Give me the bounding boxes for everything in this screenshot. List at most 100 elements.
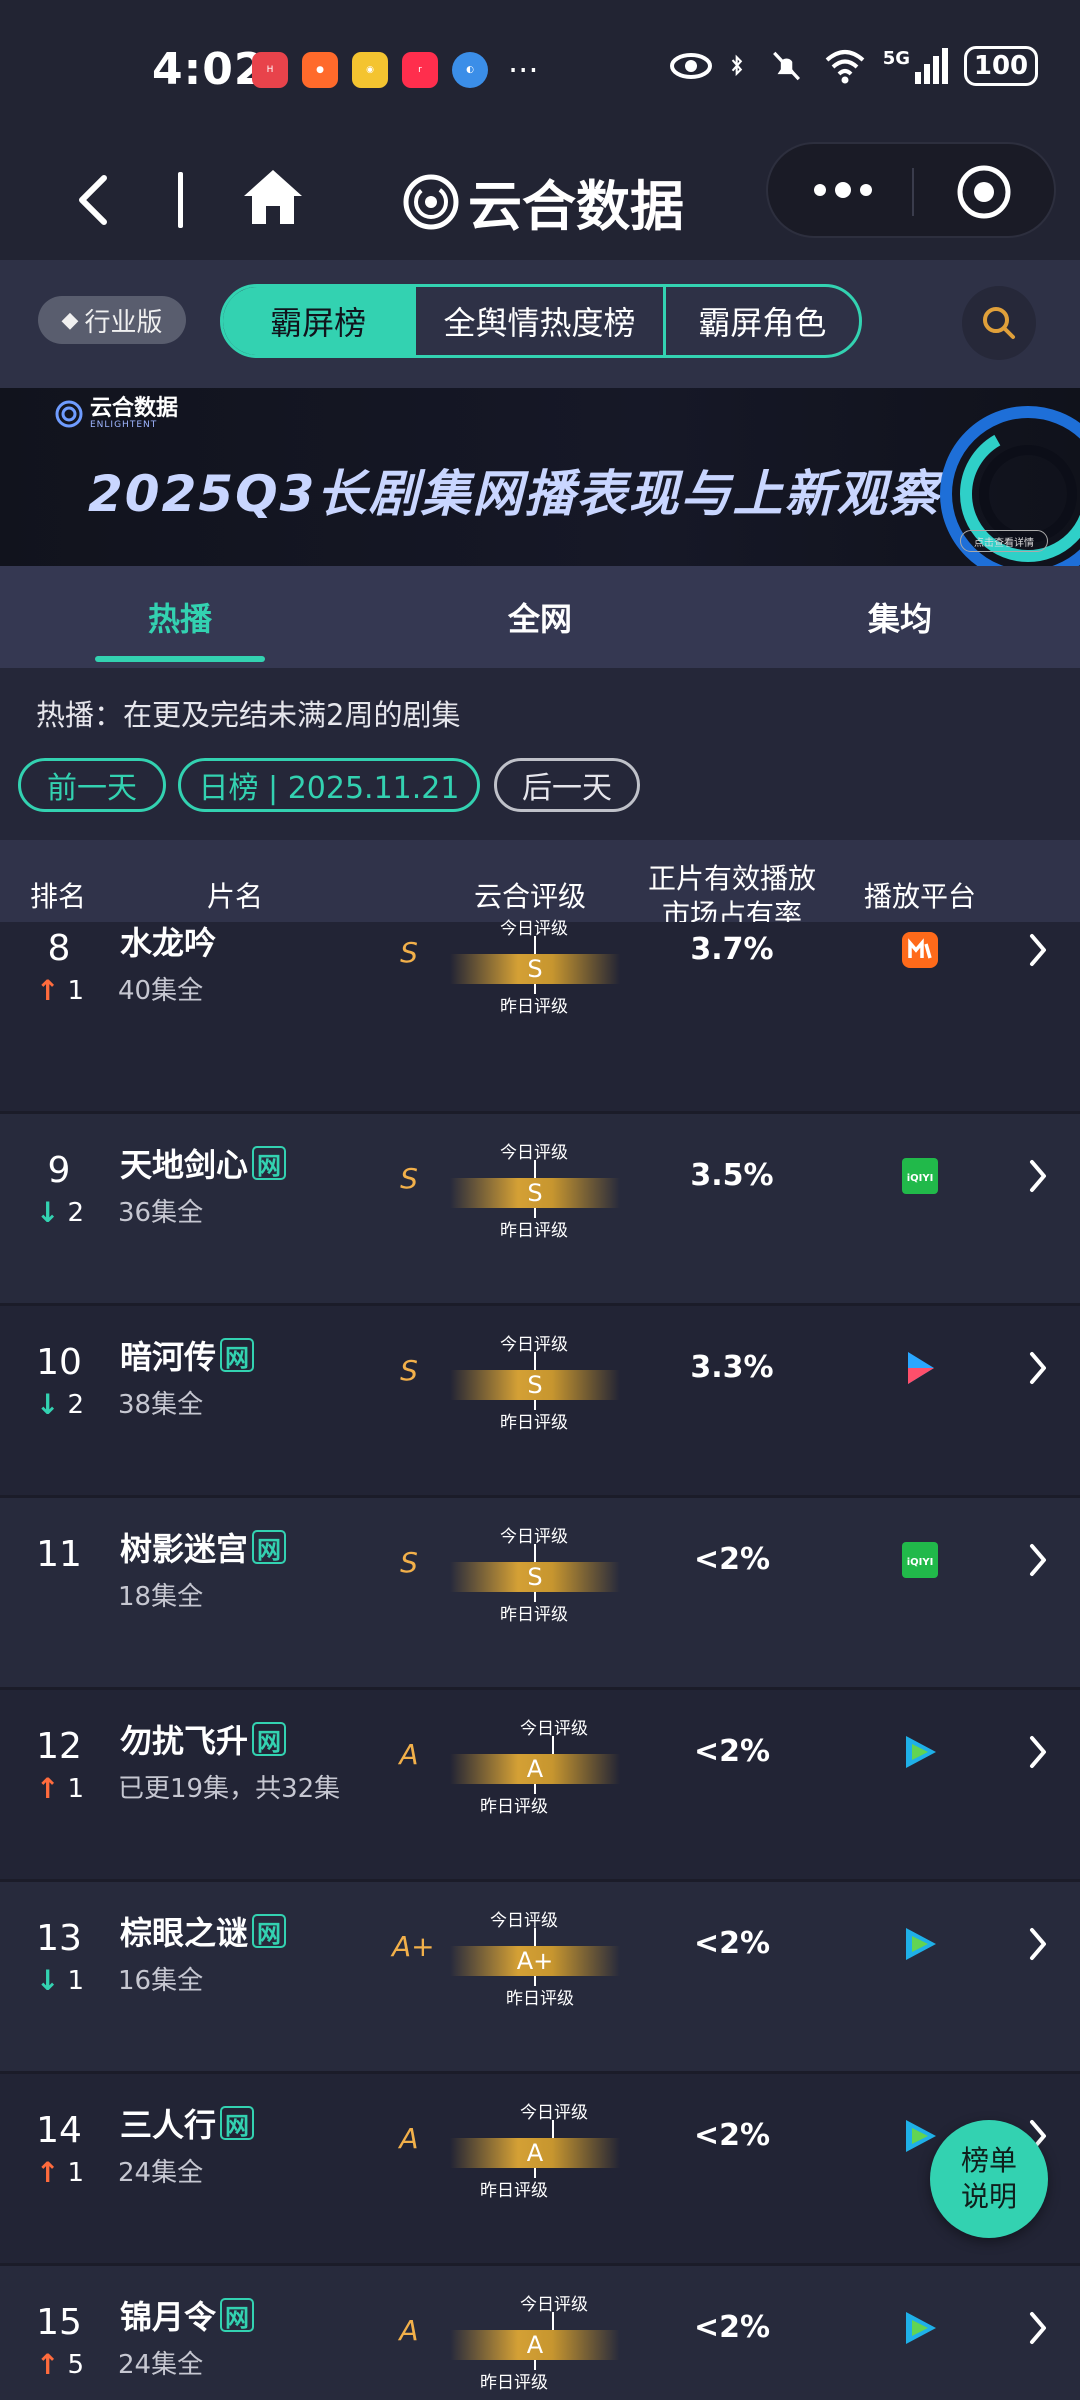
wifi-icon <box>825 50 865 84</box>
tencent-video-icon <box>906 2120 936 2152</box>
chevron-right-icon[interactable] <box>1026 930 1050 970</box>
home-icon[interactable] <box>240 164 306 230</box>
rank-change: ↓ 2 <box>36 1388 84 1421</box>
table-row[interactable]: 10 ↓ 2 暗河传网 38集全 S 今日评级 S 昨日评级 3.3% <box>0 1306 1080 1498</box>
table-row[interactable]: 11 树影迷宫网 18集全 S 今日评级 S 昨日评级 <2% iQIYI <box>0 1498 1080 1690</box>
show-title-text: 棕眼之谜 <box>120 1914 249 1952</box>
rating-grade: A+ <box>392 1930 435 1963</box>
show-title[interactable]: 棕眼之谜网 <box>120 1908 287 1954</box>
next-day-button[interactable]: 后一天 <box>494 758 640 812</box>
show-title[interactable]: 树影迷宫网 <box>120 1524 287 1570</box>
edition-badge[interactable]: ◆ 行业版 <box>38 296 186 344</box>
show-title-text: 暗河传 <box>120 1338 217 1376</box>
rating-comparison-bar: 今日评级 S 昨日评级 <box>450 912 620 1032</box>
episode-info: 24集全 <box>118 2158 204 2188</box>
episode-info: 18集全 <box>118 1582 204 1612</box>
chevron-right-icon[interactable] <box>1026 2308 1050 2348</box>
chevron-right-icon[interactable] <box>1026 1540 1050 1580</box>
rank-down-arrow-icon: ↓ <box>36 1964 60 1997</box>
web-drama-badge: 网 <box>252 1914 287 1948</box>
rank-up-arrow-icon: ↑ <box>36 974 60 1007</box>
chart-tabs: 热播 全网 集均 <box>0 566 1080 668</box>
segment-bapingjuese[interactable]: 霸屏角色 <box>662 287 859 355</box>
episode-info: 16集全 <box>118 1966 204 1996</box>
rank-change: ↑ 1 <box>36 974 84 1007</box>
prev-day-button[interactable]: 前一天 <box>18 758 166 812</box>
promo-banner[interactable]: 云合数据 ENLIGHTENT 2025Q3长剧集网播表现与上新观察 点击查看详… <box>0 388 1080 566</box>
market-share-value: <2% <box>693 2310 771 2345</box>
rating-grade: S <box>400 1162 418 1195</box>
chevron-right-icon[interactable] <box>1026 1348 1050 1388</box>
rating-bar-grade: S <box>527 955 543 983</box>
yesterday-rating-label: 昨日评级 <box>500 997 568 1017</box>
tab-all-network[interactable]: 全网 <box>360 566 720 668</box>
nav-divider <box>178 172 183 228</box>
rank-up-arrow-icon: ↑ <box>36 2156 60 2189</box>
bluetooth-icon <box>731 54 742 77</box>
search-button[interactable] <box>962 286 1036 360</box>
date-selector[interactable]: 日榜 | 2025.11.21 <box>178 758 480 812</box>
mini-program-nav-bar: 云合数据 <box>0 140 1080 260</box>
banner-logo: 云合数据 ENLIGHTENT <box>54 398 178 430</box>
table-row[interactable]: 12 ↑ 1 勿扰飞升网已更19集，共32集 A 今日评级 A 昨日评级 <2% <box>0 1690 1080 1882</box>
search-icon <box>983 307 1015 339</box>
notification-icons: H ● ◉ r ◐ ··· <box>252 52 539 88</box>
chevron-right-icon[interactable] <box>1026 1156 1050 1196</box>
rank-number: 10 <box>36 1342 82 1383</box>
show-title[interactable]: 勿扰飞升网 <box>120 1716 287 1762</box>
show-title[interactable]: 天地剑心网 <box>120 1140 287 1186</box>
info-section: 热播：在更及完结未满2周的剧集 前一天 日榜 | 2025.11.21 后一天 <box>0 668 1080 840</box>
rank-change-value: 2 <box>67 1389 85 1420</box>
market-share-value: <2% <box>693 2118 771 2153</box>
market-share-value: 3.3% <box>690 1350 774 1385</box>
battery-indicator: 100 <box>964 46 1038 86</box>
rating-bar-grade: A <box>526 2331 544 2359</box>
show-title[interactable]: 三人行网 <box>120 2100 255 2146</box>
tab-episode-average[interactable]: 集均 <box>720 566 1080 668</box>
today-rating-tick <box>534 936 536 954</box>
banner-logo-text: 云合数据 <box>90 396 179 421</box>
mini-program-capsule <box>766 142 1056 238</box>
rank-change: ↑ 1 <box>36 1772 84 1805</box>
today-rating-tick <box>552 2120 554 2138</box>
show-title-text: 树影迷宫 <box>120 1530 249 1568</box>
table-row[interactable]: 14 ↑ 1 三人行网 24集全 A 今日评级 A 昨日评级 <2% <box>0 2074 1080 2266</box>
chevron-right-icon[interactable] <box>1026 1732 1050 1772</box>
market-share-value: 3.7% <box>690 932 774 967</box>
episode-info: 24集全 <box>118 2350 204 2380</box>
table-row[interactable]: 15 ↑ 5 锦月令网 24集全 A 今日评级 A 昨日评级 <2% <box>0 2266 1080 2400</box>
show-title[interactable]: 暗河传网 <box>120 1332 255 1378</box>
close-mini-program-icon[interactable] <box>956 164 1012 220</box>
more-options-icon[interactable] <box>808 170 878 210</box>
show-title[interactable]: 锦月令网 <box>120 2292 255 2338</box>
today-rating-label: 今日评级 <box>490 1911 558 1931</box>
banner-detail-button[interactable]: 点击查看详情 <box>960 530 1048 552</box>
rank-change: ↑ 1 <box>36 2156 84 2189</box>
fab-line1: 榜单 <box>960 2144 1017 2177</box>
market-share-value: 3.5% <box>690 1158 774 1193</box>
episode-info: 38集全 <box>118 1390 204 1420</box>
eye-icon <box>669 53 712 79</box>
status-time: 4:02 <box>152 44 266 95</box>
table-row[interactable]: 8 ↑ 1 水龙吟 40集全 S 今日评级 S 昨日评级 3.7% <box>0 919 1080 1114</box>
episode-info: 已更19集，共32集 <box>118 1774 341 1804</box>
more-notifications-icon: ··· <box>508 51 539 89</box>
tab-hot[interactable]: 热播 <box>0 566 360 668</box>
back-arrow-icon[interactable] <box>70 170 120 230</box>
rank-change-value: 1 <box>67 975 85 1006</box>
segment-bapingbang[interactable]: 霸屏榜 <box>223 287 414 355</box>
web-drama-badge: 网 <box>252 1530 287 1564</box>
rank-number: 9 <box>47 1150 71 1191</box>
rank-up-arrow-icon: ↑ <box>36 2348 60 2381</box>
segment-quanyuqing[interactable]: 全舆情热度榜 <box>413 287 663 355</box>
rating-grade: S <box>400 936 418 969</box>
today-rating-tick <box>534 1544 536 1562</box>
ranking-explanation-button[interactable]: 榜单 说明 <box>930 2120 1048 2238</box>
mute-bell-icon <box>772 51 800 81</box>
show-title[interactable]: 水龙吟 <box>120 918 216 964</box>
table-row[interactable]: 9 ↓ 2 天地剑心网 36集全 S 今日评级 S 昨日评级 3.5% iQIYI <box>0 1114 1080 1306</box>
chevron-right-icon[interactable] <box>1026 1924 1050 1964</box>
diamond-icon: ◆ <box>61 307 79 333</box>
table-row[interactable]: 13 ↓ 1 棕眼之谜网 16集全 A+ 今日评级 A+ 昨日评级 <2% <box>0 1882 1080 2074</box>
fab-line2: 说明 <box>960 2180 1017 2213</box>
